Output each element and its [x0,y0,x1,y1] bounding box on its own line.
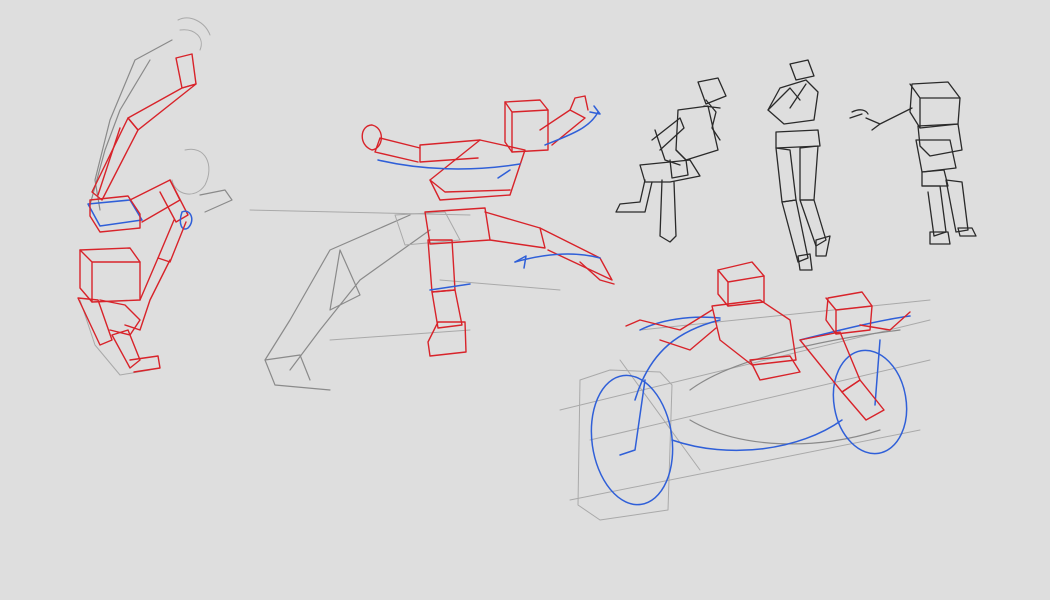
motorcycle-rider-sketch [559,261,931,521]
lunging-figure-sketch [249,95,615,391]
sitting-figure-sketch [615,77,727,243]
falling-figure-sketch [77,17,233,376]
drawing-canvas [77,17,977,521]
standing-figure-sketch [767,59,831,271]
bent-figure-sketch [849,81,977,245]
